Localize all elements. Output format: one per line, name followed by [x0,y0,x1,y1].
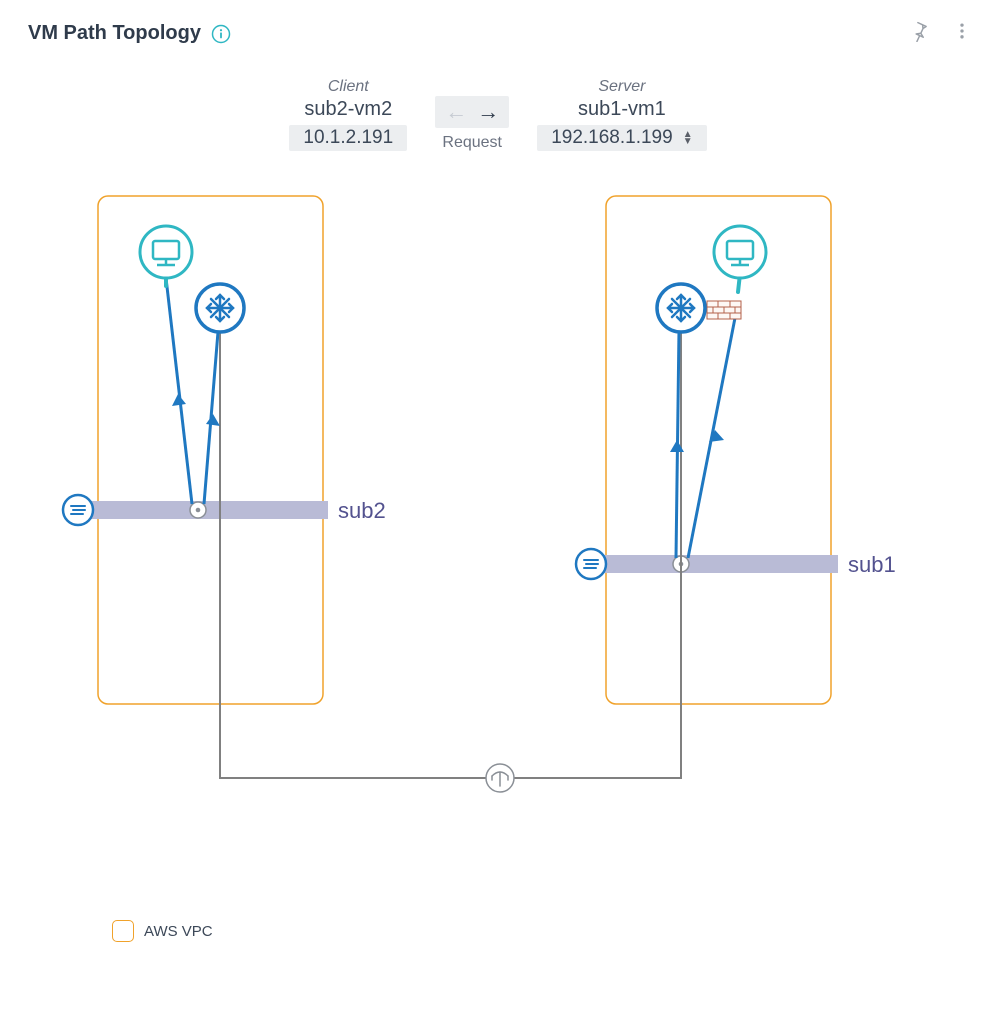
legend: AWS VPC [112,920,213,942]
vm-node-right[interactable] [714,226,766,278]
arrow-right-icon: → [477,99,499,125]
router-node-left[interactable] [196,284,244,332]
client-hostname: sub2-vm2 [304,98,392,121]
server-endpoint: Server sub1-vm1 192.168.1.199 ▲▼ [537,78,706,151]
client-role-label: Client [328,78,369,96]
path-left-backbone [220,330,500,778]
direction-toggle[interactable]: ← → Request [435,96,509,152]
client-ip: 10.1.2.191 [303,127,393,149]
junction-icon[interactable] [486,764,514,792]
vpc-left-box [98,196,323,704]
kebab-icon[interactable] [952,21,972,46]
subnet-label-right: sub1 [848,552,896,577]
flow-left-down [166,278,192,504]
direction-label: Request [442,134,502,152]
server-role-label: Server [598,78,645,96]
subnet-dot-left [190,502,206,518]
router-node-right[interactable] [657,284,705,332]
vm-path-topology-panel: VM Path Topology Client sub2-vm2 10 [0,0,996,1024]
panel-actions [908,20,972,47]
server-ip: 192.168.1.199 [551,127,673,149]
client-ip-chip: 10.1.2.191 [289,125,407,151]
legend-swatch-aws-vpc [112,920,134,942]
firewall-icon[interactable] [707,301,741,319]
subnet-bar-left [88,501,328,519]
client-endpoint: Client sub2-vm2 10.1.2.191 [289,78,407,151]
legend-label-aws-vpc: AWS VPC [144,923,213,940]
subnet-label-left: sub2 [338,498,386,523]
flow-left-down-arrow [172,394,186,406]
endpoint-summary: Client sub2-vm2 10.1.2.191 ← → Request S… [0,78,996,152]
sort-icon: ▲▼ [683,131,693,145]
pin-icon[interactable] [908,20,930,47]
server-hostname: sub1-vm1 [578,98,666,121]
vm-node-left[interactable] [140,226,192,278]
subnet-bar-right [598,555,838,573]
subnet-badge-right[interactable] [576,549,606,579]
info-icon[interactable] [211,24,231,44]
topology-diagram: sub2 sub1 [0,168,996,868]
panel-title-text: VM Path Topology [28,22,201,45]
vpc-right-box [606,196,831,704]
subnet-badge-left[interactable] [63,495,93,525]
panel-title: VM Path Topology [28,22,231,45]
server-ip-dropdown[interactable]: 192.168.1.199 ▲▼ [537,125,706,151]
flow-left-up-arrow [206,414,220,426]
arrow-left-icon: ← [445,99,467,125]
